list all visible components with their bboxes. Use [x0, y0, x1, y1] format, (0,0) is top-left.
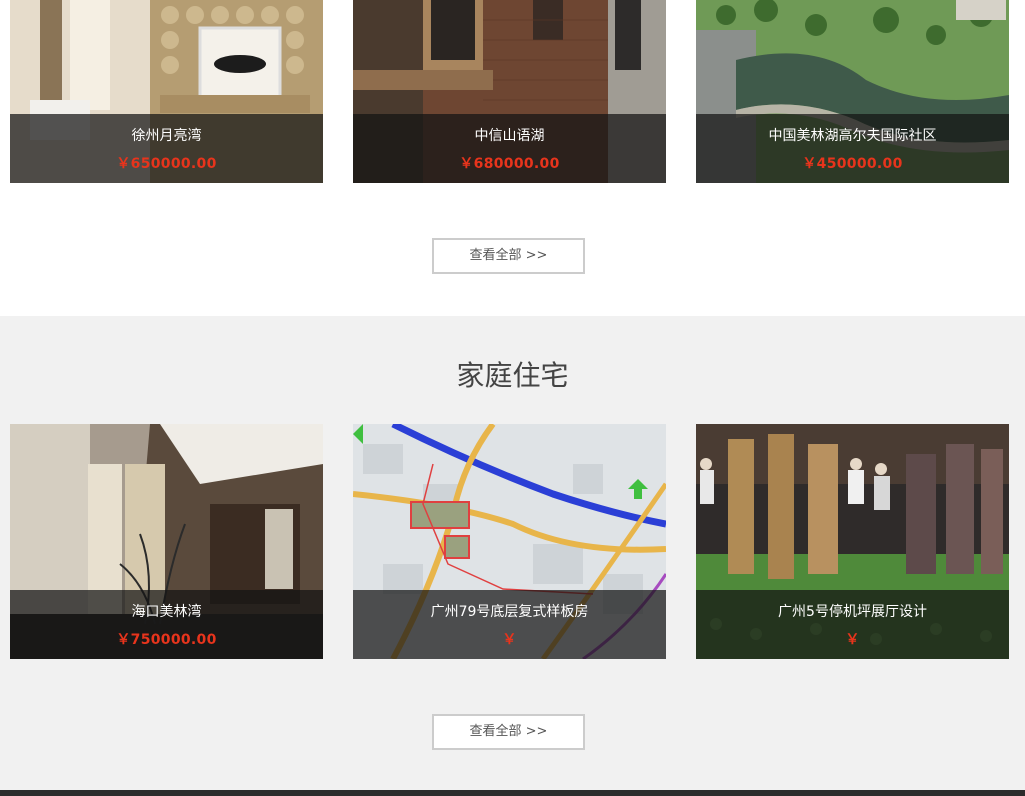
card-caption: 广州5号停机坪展厅设计 ￥	[696, 590, 1009, 659]
card-caption: 中国美林湖高尔夫国际社区 ￥450000.00	[696, 114, 1009, 183]
property-name: 广州5号停机坪展厅设计	[778, 604, 927, 620]
card-caption: 海口美林湾 ￥750000.00	[10, 590, 323, 659]
featured-section: 徐州月亮湾 ￥650000.00 中信山语湖 ￥680000.00 中国美林湖高…	[0, 0, 1025, 316]
view-all-button[interactable]: 查看全部 >>	[432, 714, 585, 750]
property-card[interactable]: 广州5号停机坪展厅设计 ￥	[696, 424, 1009, 659]
property-price: ￥650000.00	[116, 156, 217, 172]
footer-edge	[0, 790, 1025, 796]
property-price: ￥750000.00	[116, 632, 217, 648]
property-card[interactable]: 徐州月亮湾 ￥650000.00	[10, 0, 323, 183]
property-price: ￥450000.00	[802, 156, 903, 172]
property-card[interactable]: 广州79号底层复式样板房 ￥	[353, 424, 666, 659]
property-name: 海口美林湾	[131, 604, 202, 620]
property-name: 徐州月亮湾	[131, 128, 202, 144]
property-card[interactable]: 中信山语湖 ￥680000.00	[353, 0, 666, 183]
family-residence-section: 家庭住宅 海口美林湾 ￥750000.00 广州79号底层复式样板房 ￥ 广州5…	[0, 316, 1025, 790]
property-name: 中国美林湖高尔夫国际社区	[768, 128, 937, 144]
card-caption: 徐州月亮湾 ￥650000.00	[10, 114, 323, 183]
property-card[interactable]: 中国美林湖高尔夫国际社区 ￥450000.00	[696, 0, 1009, 183]
view-all-button[interactable]: 查看全部 >>	[432, 238, 585, 274]
property-price: ￥680000.00	[459, 156, 560, 172]
card-caption: 广州79号底层复式样板房 ￥	[353, 590, 666, 659]
property-card[interactable]: 海口美林湾 ￥750000.00	[10, 424, 323, 659]
card-caption: 中信山语湖 ￥680000.00	[353, 114, 666, 183]
property-name: 中信山语湖	[474, 128, 545, 144]
property-price: ￥	[845, 632, 860, 648]
property-price: ￥	[502, 632, 517, 648]
property-name: 广州79号底层复式样板房	[430, 604, 589, 620]
section-title: 家庭住宅	[456, 359, 569, 392]
